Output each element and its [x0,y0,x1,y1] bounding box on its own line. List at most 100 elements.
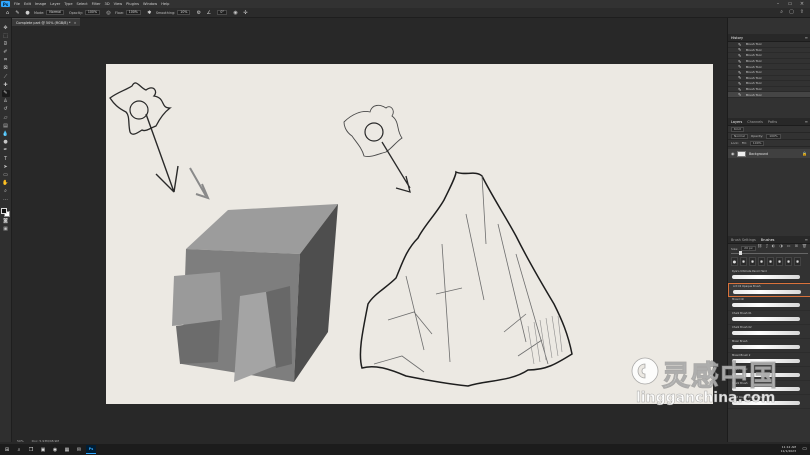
pressure-size-icon[interactable]: ◉ [232,10,239,16]
tab-channels[interactable]: Channels [747,120,763,124]
color-swatches[interactable] [1,208,10,218]
maximize-icon[interactable]: ▭ [784,1,796,7]
blend-mode-select[interactable]: Normal [731,133,748,139]
panel-menu-icon[interactable]: ≡ [805,237,808,242]
close-document-icon[interactable]: × [74,21,77,25]
brush-item[interactable]: Kyle's Ultimate Pencil Hard [728,269,810,283]
menu-filter[interactable]: Filter [90,0,103,8]
brush-preset-icon[interactable]: ✱ [776,257,783,266]
menu-view[interactable]: View [112,0,125,8]
dodge-tool-icon[interactable]: ● [2,139,10,146]
share-icon[interactable]: ⇪ [800,9,804,15]
menu-window[interactable]: Window [141,0,159,8]
menu-select[interactable]: Select [75,0,90,8]
brush-tool-icon[interactable]: ✎ [14,10,21,16]
search-icon[interactable]: ⌕ [14,445,24,454]
mode-select[interactable]: Normal [46,10,64,15]
quick-select-tool-icon[interactable]: ✐ [2,49,10,56]
document-info[interactable]: Doc: 5.93M/48.9M [32,439,59,443]
more-tools-icon[interactable]: … [2,196,10,203]
menu-image[interactable]: Image [33,0,48,8]
browser-icon[interactable]: ◉ [50,445,60,454]
symmetry-icon[interactable]: ✣ [242,10,249,16]
brush-item-selected[interactable]: Art Oil Opaque Brush [728,283,810,297]
tab-brush-settings[interactable]: Brush Settings [731,238,756,242]
frame-tool-icon[interactable]: ⊠ [2,65,10,72]
eyedropper-tool-icon[interactable]: ⟋ [2,73,10,80]
task-view-icon[interactable]: ❐ [26,445,36,454]
brush-preset-icon[interactable]: ✱ [785,257,792,266]
hand-tool-icon[interactable]: ✋ [2,180,10,187]
brush-preset-icon[interactable]: ✱ [758,257,765,266]
brush-size-slider[interactable] [731,251,808,255]
panel-menu-icon[interactable]: ≡ [805,119,808,124]
brush-preset-icon[interactable]: ✱ [749,257,756,266]
pen-tool-icon[interactable]: ✒ [2,147,10,154]
search-icon[interactable]: ⌕ [780,9,783,15]
fill-input[interactable]: 100% [749,140,765,146]
history-brush-tool-icon[interactable]: ↺ [2,106,10,113]
tab-layers[interactable]: Layers [731,120,742,124]
tab-paths[interactable]: Paths [768,120,777,124]
brush-size-input[interactable]: 20 px [741,246,756,251]
tab-brushes[interactable]: Brushes [761,238,775,242]
pressure-opacity-icon[interactable]: ◎ [105,10,112,16]
brush-preset-icon[interactable]: ✱ [767,257,774,266]
panel-menu-icon[interactable]: ≡ [805,35,808,40]
system-clock[interactable]: 11:12 AM 11/1/2023 [781,445,796,453]
menu-3d[interactable]: 3D [103,0,112,8]
brush-item[interactable]: Chalk Brush 01 [728,311,810,325]
brush-preset-icon[interactable]: ✱ [794,257,801,266]
screen-mode-icon[interactable]: ▣ [2,225,10,232]
eraser-tool-icon[interactable]: ▱ [2,114,10,121]
angle-input[interactable]: 0° [217,10,228,15]
menu-file[interactable]: File [12,0,22,8]
zoom-tool-icon[interactable]: ⌕ [2,188,10,195]
menu-layer[interactable]: Layer [48,0,62,8]
foreground-color-swatch[interactable] [1,208,7,215]
shape-tool-icon[interactable]: ▭ [2,171,10,178]
start-icon[interactable]: ⊞ [2,445,12,454]
gradient-tool-icon[interactable]: ▤ [2,122,10,129]
path-select-tool-icon[interactable]: ➤ [2,163,10,170]
brush-preset-icon[interactable]: ● [24,10,31,16]
opacity-input[interactable]: 100% [84,10,100,15]
brush-item[interactable]: Chalk Brush 02 [728,325,810,339]
move-tool-icon[interactable]: ✥ [2,24,10,31]
menu-plugins[interactable]: Plugins [124,0,141,8]
history-tab[interactable]: History [731,36,743,40]
lasso-tool-icon[interactable]: ᘐ [2,40,10,47]
history-step-current[interactable]: ✎ Brush Tool [728,92,810,98]
flow-input[interactable]: 100% [125,10,141,15]
menu-help[interactable]: Help [159,0,171,8]
smoothing-settings-icon[interactable]: ⚙ [195,10,202,16]
zoom-level[interactable]: 50% [17,439,24,443]
menu-edit[interactable]: Edit [22,0,33,8]
close-icon[interactable]: × [796,1,808,7]
file-explorer-icon[interactable]: ▣ [38,445,48,454]
document-tab[interactable]: Complete part @ 50% (RGB/8) * × [12,18,81,26]
brush-tool-icon[interactable]: ✎ [1,89,10,97]
minimize-icon[interactable]: – [772,1,784,7]
smoothing-input[interactable]: 10% [177,10,191,15]
artwork-canvas[interactable] [106,64,713,404]
airbrush-icon[interactable]: ✱ [146,10,153,16]
layer-opacity-input[interactable]: 100% [766,133,781,139]
brush-preset-icon[interactable]: ✱ [740,257,747,266]
quick-mask-icon[interactable]: ◙ [2,217,10,224]
layer-background[interactable]: ◉ Background 🔒 [728,149,810,158]
mail-icon[interactable]: ✉ [74,445,84,454]
store-icon[interactable]: ▦ [62,445,72,454]
home-icon[interactable]: ⌂ [4,10,11,16]
slider-knob[interactable] [739,251,742,255]
photoshop-taskbar-icon[interactable]: Ps [86,445,96,454]
layer-kind-filter[interactable]: Kind [731,126,744,132]
brush-preset-icon[interactable]: ● [731,257,738,266]
notification-icon[interactable]: ▭ [802,446,807,452]
healing-tool-icon[interactable]: ✚ [2,81,10,88]
blur-tool-icon[interactable]: 💧 [2,130,10,137]
clone-stamp-tool-icon[interactable]: ♙ [2,98,10,105]
marquee-tool-icon[interactable]: ⬚ [2,32,10,39]
brush-item[interactable]: Mixed Oil [728,297,810,311]
menu-type[interactable]: Type [62,0,74,8]
